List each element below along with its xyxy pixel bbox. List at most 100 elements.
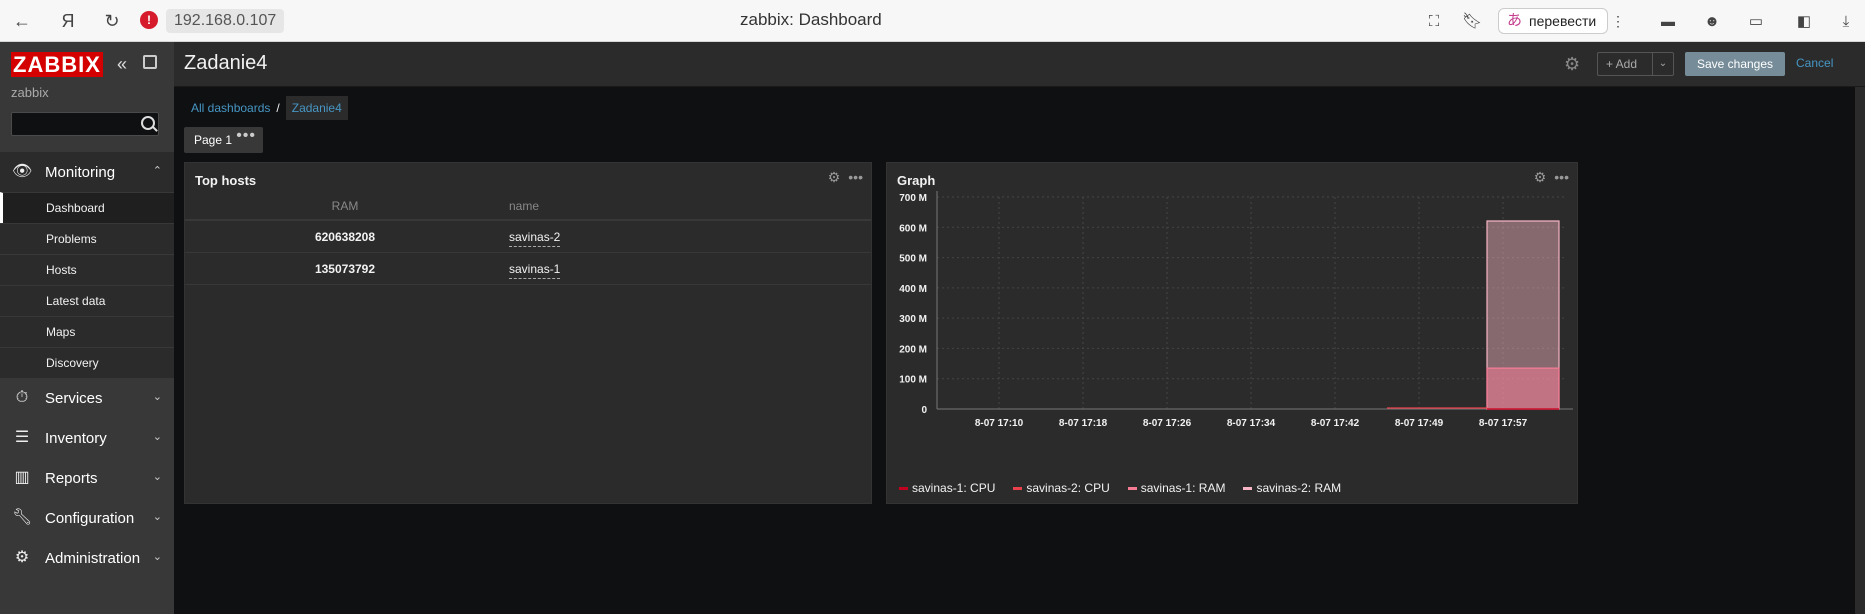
y-tick-label: 500 M	[899, 254, 927, 265]
x-tick-label: 8-07 17:49	[1395, 418, 1444, 429]
bar-chart-icon: ▥	[14, 469, 30, 486]
x-tick-label: 8-07 17:18	[1059, 418, 1108, 429]
main-content: Zadanie4 ⚙︎ + Add ⌄ Save changes Cancel …	[174, 42, 1865, 614]
menu-reports[interactable]: ▥ Reports ⌄	[0, 458, 174, 498]
host-name-link[interactable]: savinas-1	[509, 260, 561, 279]
browser-page-title: zabbix: Dashboard	[740, 10, 882, 29]
menu-label: Administration	[45, 549, 141, 567]
menu-monitoring[interactable]: 👁︎ Monitoring ⌃	[0, 152, 174, 192]
breadcrumb: All dashboards / Zadanie4	[191, 96, 348, 120]
vertical-scrollbar[interactable]	[1855, 87, 1865, 614]
graph-plot[interactable]: 700 M 600 M 500 M 400 M 300 M 200 M 100 M 0 8-07…	[887, 163, 1577, 503]
bookmark-icon[interactable]: 🔖︎	[1460, 9, 1484, 33]
legend-item: savinas-2: CPU	[1013, 481, 1110, 495]
gear-icon: ⚙︎	[14, 549, 30, 566]
chevron-down-icon: ⌄	[152, 431, 162, 443]
kiosk-mode-icon[interactable]	[143, 55, 157, 69]
legend-swatch	[899, 486, 908, 490]
host-name-link[interactable]: savinas-2	[509, 228, 561, 247]
graph-widget: Graph ⚙︎ ••• 700 M 600 M 500 M 400 M 300 M 200…	[886, 162, 1578, 504]
x-tick-label: 8-07 17:10	[975, 418, 1024, 429]
menu-services[interactable]: ⏱︎ Services ⌄	[0, 378, 174, 418]
dashboard-page-tab[interactable]: Page 1 •••	[184, 127, 263, 153]
more-vertical-icon[interactable]: ⋮	[1611, 9, 1625, 33]
x-tick-label: 8-07 17:26	[1143, 418, 1192, 429]
gear-icon[interactable]: ⚙︎	[828, 169, 841, 185]
profile-extension-icon[interactable]: ☻	[1700, 9, 1724, 33]
reload-icon[interactable]: ↻	[100, 9, 124, 33]
chevron-down-icon: ⌄	[152, 511, 162, 523]
collapse-sidebar-icon[interactable]: «	[117, 54, 127, 75]
stopwatch-icon: ⏱︎	[15, 389, 29, 406]
submenu-discovery[interactable]: Discovery	[0, 347, 174, 378]
x-tick-label: 8-07 17:57	[1479, 418, 1528, 429]
submenu-problems[interactable]: Problems	[0, 223, 174, 254]
submenu-dashboard[interactable]: Dashboard	[0, 192, 174, 223]
menu-administration[interactable]: ⚙︎ Administration ⌄	[0, 538, 174, 578]
chevron-up-icon: ⌃	[152, 165, 162, 177]
breadcrumb-separator: /	[276, 101, 280, 115]
download-icon[interactable]: ⤓	[1834, 9, 1858, 33]
extension-icon[interactable]: ▬	[1656, 9, 1680, 33]
y-tick-label: 200 M	[899, 344, 927, 355]
widget-title: Top hosts	[195, 173, 257, 188]
series-area-savinas-1-ram	[1486, 367, 1560, 410]
y-tick-label: 0	[921, 405, 927, 416]
more-horizontal-icon[interactable]: •••	[848, 169, 863, 185]
translate-page-icon[interactable]: ⛶	[1422, 9, 1446, 33]
top-hosts-table: RAM name CPU 620638208 savinas-2 0.01489…	[185, 191, 955, 285]
list-icon: ☰	[14, 429, 30, 446]
not-secure-warning-icon[interactable]: !	[140, 11, 158, 29]
table-row: 620638208 savinas-2 0.01489	[185, 221, 955, 253]
zabbix-logo[interactable]: ZABBIX	[11, 52, 103, 77]
chevron-down-icon: ⌄	[152, 551, 162, 563]
legend-label: savinas-1: RAM	[1140, 481, 1226, 495]
sidebar: ZABBIX « zabbix 👁︎ Monitoring ⌃ Dashboar…	[0, 42, 174, 614]
table-header: RAM name CPU	[185, 191, 946, 221]
chevron-down-icon: ⌄	[152, 471, 162, 483]
ram-value: 620638208	[314, 230, 376, 244]
y-tick-label: 700 M	[899, 193, 927, 204]
translate-button[interactable]: あ перевести ⋮	[1498, 8, 1625, 34]
breadcrumb-current[interactable]: Zadanie4	[285, 96, 348, 120]
sidebar-search-input[interactable]	[11, 112, 159, 136]
cast-icon[interactable]: ▭	[1744, 9, 1768, 33]
breadcrumb-all-dashboards[interactable]: All dashboards	[191, 101, 270, 115]
widget-tools: ⚙︎ •••	[820, 169, 863, 186]
y-tick-label: 100 M	[899, 375, 927, 386]
browser-toolbar: ← Я ↻ ! 192.168.0.107 zabbix: Dashboard …	[0, 0, 1865, 42]
y-tick-label: 300 M	[899, 314, 927, 325]
top-hosts-widget: Top hosts ⚙︎ ••• RAM name CPU 620638208 s…	[184, 162, 955, 504]
legend-label: savinas-1: CPU	[912, 481, 996, 495]
legend-item: savinas-1: CPU	[899, 481, 995, 495]
submenu-maps[interactable]: Maps	[0, 316, 174, 347]
page-header: Zadanie4 ⚙︎ + Add ⌄ Save changes Cancel	[174, 42, 1865, 87]
x-tick-label: 8-07 17:34	[1227, 418, 1276, 429]
menu-label: Reports	[45, 469, 98, 487]
menu-configuration[interactable]: 🔧︎ Configuration ⌄	[0, 498, 174, 538]
yandex-icon[interactable]: Я	[56, 9, 80, 33]
save-changes-button[interactable]: Save changes	[1685, 52, 1785, 76]
address-bar[interactable]: 192.168.0.107	[166, 9, 285, 33]
legend-swatch	[1243, 486, 1253, 490]
menu-inventory[interactable]: ☰ Inventory ⌄	[0, 418, 174, 458]
menu-label: Services	[45, 389, 103, 407]
submenu-hosts[interactable]: Hosts	[0, 254, 174, 285]
dashboard-properties-gear-icon[interactable]: ⚙︎	[1564, 54, 1580, 75]
monitoring-submenu: Dashboard Problems Hosts Latest data Map…	[0, 192, 174, 378]
cancel-button[interactable]: Cancel	[1796, 56, 1833, 70]
menu-label: Inventory	[45, 429, 107, 447]
legend-label: savinas-2: CPU	[1026, 481, 1110, 495]
y-tick-label: 600 M	[899, 223, 927, 234]
menu-label: Configuration	[45, 509, 135, 527]
search-icon[interactable]	[141, 116, 155, 130]
chevron-down-icon[interactable]: ⌄	[1652, 52, 1674, 76]
server-name: zabbix	[11, 85, 49, 100]
more-horizontal-icon[interactable]: •••	[236, 123, 256, 149]
column-header-name: name	[509, 199, 540, 213]
sidebar-panel-icon[interactable]: ◧	[1792, 9, 1816, 33]
back-icon[interactable]: ←	[10, 9, 34, 33]
submenu-latest-data[interactable]: Latest data	[0, 285, 174, 316]
y-tick-label: 400 M	[899, 284, 927, 295]
x-tick-label: 8-07 17:42	[1311, 418, 1360, 429]
